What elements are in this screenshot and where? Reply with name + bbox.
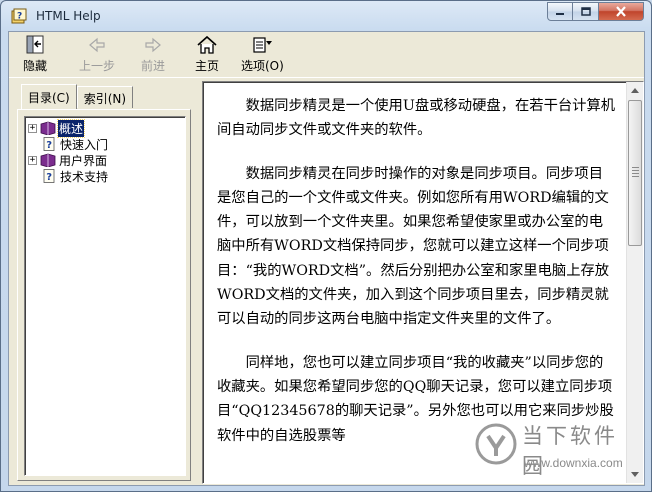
home-label: 主页 [195, 59, 220, 73]
home-button[interactable]: 主页 [195, 35, 219, 75]
watermark-logo-icon [475, 423, 517, 465]
forward-label: 前进 [141, 59, 166, 73]
title-bar[interactable]: ? HTML Help [1, 1, 651, 31]
tab-index[interactable]: 索引(N) [76, 86, 134, 108]
expand-toggle[interactable]: + [28, 123, 37, 133]
toolbar: 隐藏 上一步 前进 主页 选项(O) [9, 32, 644, 78]
window-title: HTML Help [36, 9, 101, 23]
maximize-button[interactable] [573, 2, 599, 21]
watermark-title: 当下软件园 [522, 424, 618, 478]
tree-label: 技术支持 [60, 169, 109, 184]
scroll-up-button[interactable] [627, 82, 643, 99]
tree-item-support[interactable]: ? 技术支持 [41, 168, 109, 184]
scroll-thumb[interactable] [628, 100, 642, 246]
tree-label: 快速入门 [60, 137, 109, 152]
options-button[interactable]: 选项(O) [241, 35, 284, 75]
help-app-icon: ? [11, 8, 27, 24]
paragraph: 数据同步精灵在同步时操作的对象是同步项目。同步项目是您自己的一个文件或文件夹。例… [217, 165, 610, 328]
close-button[interactable] [599, 2, 644, 21]
tab-contents[interactable]: 目录(C) [21, 84, 77, 109]
home-icon [197, 35, 217, 54]
book-icon [40, 121, 56, 135]
tree-item-quickstart[interactable]: ? 快速入门 [41, 136, 109, 152]
options-icon [253, 37, 273, 53]
options-label: 选项(O) [241, 59, 284, 73]
hide-label: 隐藏 [23, 59, 48, 73]
forward-arrow-icon [145, 37, 161, 53]
help-page-icon: ? [43, 169, 55, 183]
back-label: 上一步 [79, 59, 116, 73]
hide-button[interactable]: 隐藏 [23, 35, 47, 75]
contents-panel: + 概述 ? 快速入门 + 用户界面 ? 技术支持 [17, 109, 191, 481]
svg-text:?: ? [46, 140, 52, 151]
tree-item-user-interface[interactable]: + 用户界面 [28, 152, 108, 168]
navigation-pane: 目录(C) 索引(N) + 概述 ? 快速入门 + 用户界面 ? 技术支持 [9, 80, 194, 485]
back-arrow-icon [89, 37, 105, 53]
hide-pane-icon [26, 35, 44, 54]
help-page-icon: ? [43, 137, 55, 151]
back-button[interactable]: 上一步 [79, 35, 115, 75]
site-watermark: 当下软件园 www.downxia.com [470, 418, 640, 478]
minimize-icon [556, 12, 564, 15]
up-arrow-icon [631, 88, 639, 93]
tree-label: 概述 [56, 118, 86, 138]
contents-tree: + 概述 ? 快速入门 + 用户界面 ? 技术支持 [24, 116, 186, 476]
paragraph: 数据同步精灵是一个使用U盘或移动硬盘，在若干台计算机间自动同步文件或文件夹的软件… [217, 98, 616, 139]
topic-article: 数据同步精灵是一个使用U盘或移动硬盘，在若干台计算机间自动同步文件或文件夹的软件… [217, 94, 617, 467]
forward-button[interactable]: 前进 [141, 35, 165, 75]
window-controls [547, 2, 644, 22]
tree-item-overview[interactable]: + 概述 [28, 118, 86, 138]
nav-tabs: 目录(C) 索引(N) [21, 84, 134, 109]
tree-label: 用户界面 [59, 153, 108, 168]
minimize-button[interactable] [547, 2, 573, 21]
watermark-url: www.downxia.com [524, 456, 623, 470]
pane-splitter[interactable] [194, 80, 202, 485]
maximize-icon [580, 7, 591, 16]
svg-text:?: ? [17, 12, 22, 22]
book-icon [40, 153, 56, 167]
close-icon [616, 6, 626, 17]
svg-text:?: ? [46, 172, 52, 183]
expand-toggle[interactable]: + [28, 155, 37, 165]
